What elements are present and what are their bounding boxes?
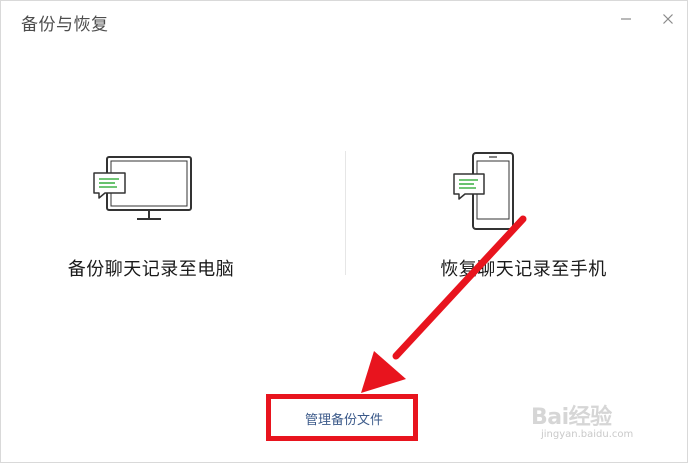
- watermark-brand: Bai经验: [531, 405, 612, 430]
- close-icon: [663, 14, 673, 24]
- manage-backup-files-link[interactable]: 管理备份文件: [269, 398, 419, 438]
- phone-chat-icon: [453, 152, 514, 230]
- watermark-site: jingyan.baidu.com: [541, 429, 634, 440]
- backup-to-pc-option[interactable]: 备份聊天记录至电脑: [1, 141, 301, 291]
- monitor-chat-icon: [93, 156, 192, 220]
- watermark: Bai经验 jingyan.baidu.com: [531, 399, 681, 449]
- minimize-button[interactable]: [613, 7, 639, 31]
- window-title: 备份与恢复: [21, 15, 109, 35]
- minimize-icon: [621, 18, 631, 20]
- close-button[interactable]: [655, 7, 681, 31]
- backup-to-pc-label: 备份聊天记录至电脑: [67, 259, 235, 280]
- restore-to-phone-label: 恢复聊天记录至手机: [440, 259, 607, 280]
- backup-restore-window: 备份与恢复 备份聊天记录至电脑 恢复聊天记录至手机 管理备份文件 Bai经验 j…: [0, 0, 688, 463]
- restore-to-phone-option[interactable]: 恢复聊天记录至手机: [346, 141, 646, 291]
